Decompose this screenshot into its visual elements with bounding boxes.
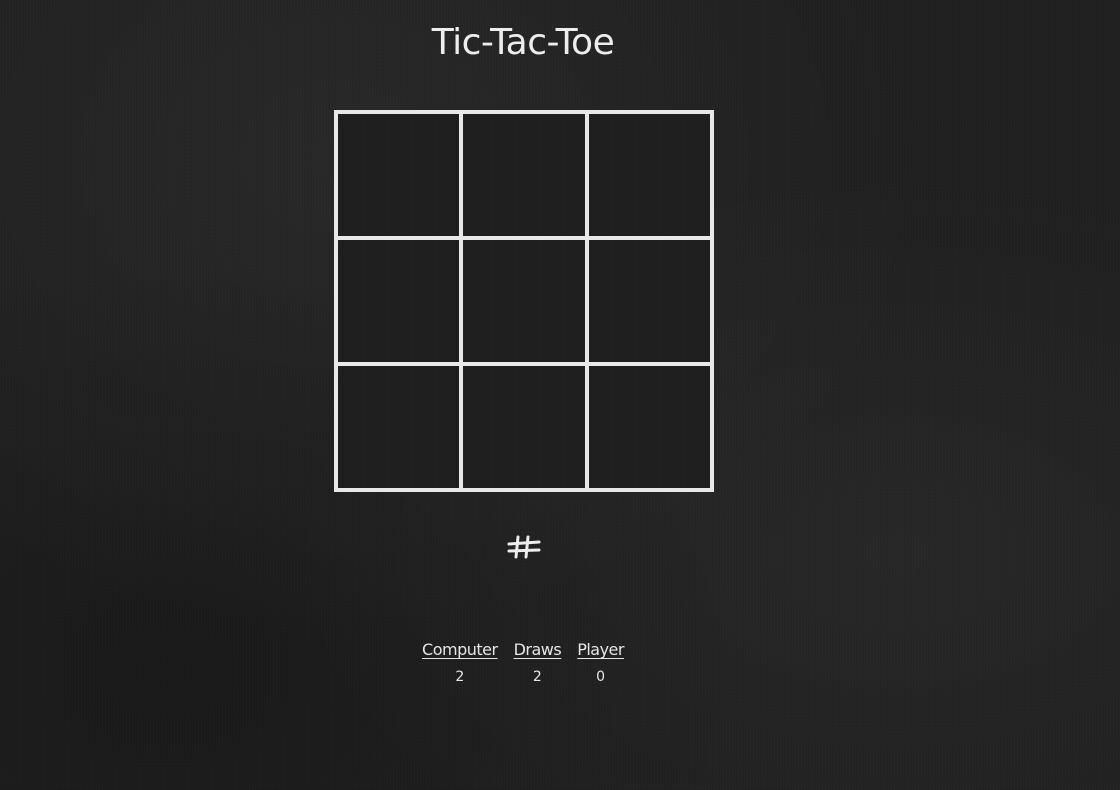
score-computer-label: Computer — [422, 640, 498, 659]
board-cell-2[interactable] — [463, 114, 585, 236]
board-cell-6[interactable] — [588, 240, 710, 362]
score-draws-label: Draws — [513, 640, 562, 659]
score-draws: Draws 2 — [514, 640, 562, 685]
score-player-label: Player — [577, 640, 624, 659]
board-cell-1[interactable] — [338, 114, 460, 236]
score-computer: Computer 2 — [422, 640, 498, 685]
scoreboard: Computer 2 Draws 2 Player 0 — [0, 640, 1046, 685]
hash-icon — [507, 535, 541, 559]
board-cell-7[interactable] — [338, 366, 460, 488]
score-computer-value: 2 — [455, 669, 465, 685]
board-cell-4[interactable] — [338, 240, 460, 362]
game-board — [334, 110, 714, 492]
score-draws-value: 2 — [532, 669, 542, 685]
board-cell-9[interactable] — [588, 366, 710, 488]
board-cell-5[interactable] — [463, 240, 585, 362]
board-cell-8[interactable] — [463, 366, 585, 488]
game-title: Tic-Tac-Toe — [431, 22, 615, 63]
board-cell-3[interactable] — [588, 114, 710, 236]
score-player-value: 0 — [596, 669, 606, 685]
score-player: Player 0 — [577, 640, 624, 685]
